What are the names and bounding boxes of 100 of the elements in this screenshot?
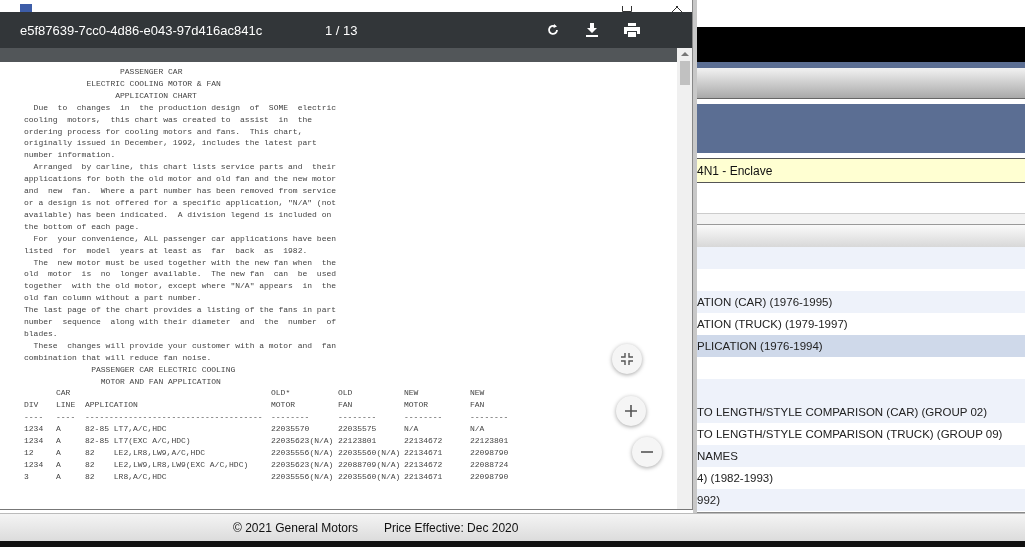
table-cell: 82-85 LT7,A/C,HDC [85,423,167,436]
document-text: cooling motors, this chart was created to assist in the [24,113,313,126]
plus-icon [625,405,637,417]
table-cell: N/A [404,423,419,436]
column-heading: CAR [56,387,71,400]
page-indicator: 1 / 13 [325,22,359,38]
document-text: ordering process for cooling motors and fans. This chart, [24,125,303,138]
document-text: blades. [24,327,58,340]
table-cell: 1234 [24,458,44,471]
table-cell: 22134672 [404,458,443,471]
table-cell: 22035560(N/A) [338,470,401,483]
vehicle-bar: 4N1 - Enclave [697,158,1025,183]
table-cell: A [56,435,61,447]
scroll-thumb[interactable] [679,61,690,85]
column-heading: NEW [404,387,419,400]
catalog-item[interactable]: TO LENGTH/STYLE COMPARISON (TRUCK) (GROUP 09) [697,423,1025,445]
column-heading: OLD* [271,387,291,400]
catalog-item[interactable]: TO LENGTH/STYLE COMPARISON (CAR) (GROUP 02) [697,401,1025,423]
table-cell: 22134671 [404,447,443,459]
column-rule: ------------------------------------- [85,411,263,424]
column-rule: ---- [56,411,76,424]
table-cell: 22123801 [338,435,377,447]
document-text: Due to changes in the production design of SOME electric [32,101,337,114]
scrollbar[interactable] [677,48,692,509]
table-cell: 1234 [24,423,44,436]
table-cell: 22088709(N/A) [338,458,401,471]
document-text: applications for both the old motor and old fan and the new motor [24,173,337,186]
table-cell: 22123801 [470,435,509,447]
catalog-item[interactable]: ATION (CAR) (1976-1995) [697,291,1025,313]
document-text: old fan column without a part number. [24,292,202,305]
table-cell: 22035556(N/A) [271,447,334,459]
document-text: The last page of the chart provides a listing of the fans in part [24,304,337,317]
table-cell: 22035623(N/A) [271,435,334,447]
document-text: the bottom of each page. [24,220,140,233]
table-cell: 22035556(N/A) [271,470,334,483]
scroll-up-icon[interactable] [680,51,689,57]
document-text: together with the old motor, except where "N/A" appears in the [24,280,337,293]
document-text: ELECTRIC COOLING MOTOR & FAN [85,77,221,90]
column-heading: DIV [24,399,39,412]
table-cell: 22098790 [470,470,509,483]
document-text: Arranged by carline, this chart lists service parts and their [32,161,337,174]
document-text: originally issued in December, 1992, includes the latest part [24,137,317,150]
column-heading: MOTOR [404,399,428,412]
table-cell: N/A [470,423,485,436]
table-cell: A [56,423,61,436]
table-cell: A [56,447,61,459]
table-cell: 22088724 [470,458,509,471]
print-icon[interactable] [624,23,640,37]
copyright: © 2021 General Motors [233,520,358,535]
window-icon [20,4,32,12]
table-cell: A [56,470,61,483]
table-cell: 82 LR8,A/C,HDC [85,470,167,483]
table-cell: 22035570 [271,423,310,436]
table-cell: 22134671 [404,470,443,483]
column-heading: OLD [338,387,353,400]
column-heading: FAN [338,399,353,412]
document-text: number information. [24,149,116,162]
document-text: For your convenience, ALL passenger car applications have been [32,232,337,245]
zoom-in-button[interactable] [616,396,646,426]
column-rule: ---- [24,411,44,424]
fit-page-button[interactable] [612,344,642,374]
table-cell: A [56,458,61,471]
column-heading: FAN [470,399,485,412]
zoom-out-button[interactable] [632,437,662,467]
document-text: and new fan. Where a part number has been removed from service [24,185,337,197]
table-cell: 22134672 [404,435,443,447]
download-icon[interactable] [586,23,598,37]
table-cell: 22035575 [338,423,377,436]
rotate-icon[interactable] [546,23,560,37]
document-text: These changes will provide your customer with a motor and fan [32,339,337,352]
table-cell: 22035623(N/A) [271,458,334,471]
document-text: or a design is not offered for a specific application, "N/A" (not [24,196,337,209]
column-rule: -------- [470,411,509,424]
catalog-item[interactable]: NAMES [697,445,1025,467]
column-heading: MOTOR [271,399,295,412]
fit-page-icon [621,353,633,365]
document-text: old motor is no longer available. The new fan can be used [24,268,337,281]
document-text: MOTOR AND FAN APPLICATION [99,375,221,388]
document-text: number sequence along with their diameter and the number of [24,316,337,328]
table-cell: 12 [24,447,34,459]
document-text: PASSENGER CAR ELECTRIC COOLING [90,363,236,376]
column-rule: -------- [271,411,310,424]
document-text: listed for model years at least as far back as 1982. [24,244,308,257]
table-cell: 22035560(N/A) [338,447,401,459]
catalog-item[interactable]: 4) (1982-1993) [697,467,1025,489]
column-heading: LINE [56,399,76,412]
file-name: e5f87639-7cc0-4d86-e043-97d416ac841c [20,22,264,38]
column-rule: -------- [338,411,377,424]
catalog-item[interactable]: PLICATION (1976-1994) [697,335,1025,357]
table-cell: 22098790 [470,447,509,459]
catalog-item[interactable]: ATION (TRUCK) (1979-1997) [697,313,1025,335]
table-cell: 3 [24,470,29,483]
table-cell: 82 LE2,LR8,LW9,A/C,HDC [85,447,206,459]
document-text: APPLICATION CHART [114,89,197,102]
document-text: available) has been indicated. A division legend is included on [24,208,332,221]
table-cell: 1234 [24,435,44,447]
document-text: combination that will reduce fan noise. [24,351,212,364]
document-text: PASSENGER CAR [119,66,183,78]
table-cell: 82-85 LT7(EXC A/C,HDC) [85,435,191,447]
catalog-item[interactable]: 992) [697,489,1025,511]
